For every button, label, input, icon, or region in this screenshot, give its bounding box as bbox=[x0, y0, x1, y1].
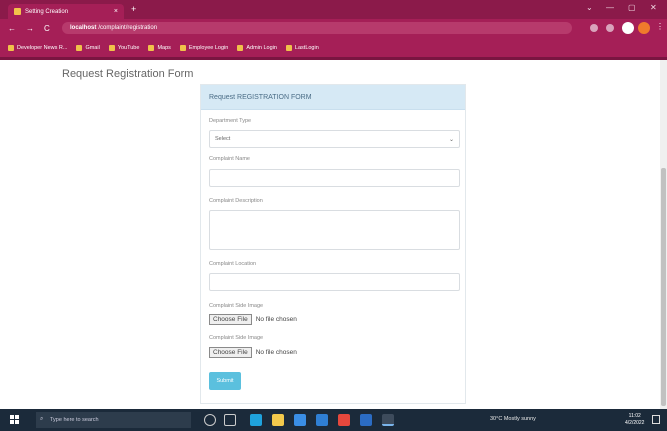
complaint-name-label: Complaint Name bbox=[209, 156, 250, 162]
start-button[interactable] bbox=[10, 415, 20, 425]
new-tab-button[interactable]: + bbox=[131, 4, 136, 14]
bookmark-item[interactable]: Developer News R... bbox=[8, 45, 67, 51]
task-view-icon[interactable] bbox=[224, 414, 236, 426]
maximize-icon[interactable]: ▢ bbox=[628, 3, 636, 12]
image-2-file-input: Choose File No file chosen bbox=[209, 347, 297, 358]
page-title: Request Registration Form bbox=[62, 68, 194, 80]
profile-avatar[interactable] bbox=[638, 22, 650, 34]
form-title: Request REGISTRATION FORM bbox=[209, 93, 312, 101]
url-host: localhost bbox=[70, 25, 97, 31]
star-icon[interactable] bbox=[606, 24, 614, 32]
browser-tab[interactable]: Setting Creation × bbox=[8, 4, 124, 19]
share-icon[interactable] bbox=[590, 24, 598, 32]
complaint-name-input[interactable] bbox=[209, 169, 460, 187]
bookmark-item[interactable]: LastLogin bbox=[285, 45, 319, 51]
bookmark-item[interactable]: Employee Login bbox=[179, 45, 228, 51]
chevron-down-icon: ⌄ bbox=[448, 136, 454, 143]
weather-tray[interactable]: 30°C Mostly sunny bbox=[490, 416, 536, 422]
page-viewport: Request Registration Form Request REGIST… bbox=[0, 60, 660, 409]
maps-icon bbox=[148, 45, 155, 51]
cortana-icon[interactable] bbox=[204, 414, 216, 426]
search-icon: ⌕ bbox=[40, 416, 44, 422]
tab-title: Setting Creation bbox=[25, 8, 69, 15]
complaint-location-label: Complaint Location bbox=[209, 261, 257, 267]
image-2-label: Complaint Side Image bbox=[209, 335, 264, 341]
minimize-icon[interactable]: — bbox=[606, 3, 614, 12]
back-icon[interactable]: ← bbox=[8, 24, 16, 33]
department-type-select[interactable]: Select ⌄ bbox=[209, 130, 460, 148]
bookmarks-bar: Developer News R... Gmail YouTube Maps E… bbox=[0, 37, 667, 59]
reload-icon[interactable]: C bbox=[44, 24, 50, 33]
folder-icon bbox=[179, 45, 186, 51]
browser-tab-bar: Setting Creation × + ⌄ — ▢ ✕ bbox=[0, 0, 667, 19]
windows-taskbar: ⌕ Type here to search 30°C Mostly sunny … bbox=[0, 409, 667, 431]
gmail-icon bbox=[76, 45, 83, 51]
forward-icon[interactable]: → bbox=[26, 24, 34, 33]
taskbar-search[interactable]: ⌕ Type here to search bbox=[36, 412, 191, 428]
chrome-icon[interactable] bbox=[382, 414, 394, 426]
bookmark-item[interactable]: Gmail bbox=[76, 45, 100, 51]
image-1-label: Complaint Side Image bbox=[209, 303, 264, 309]
browser-toolbar: ← → C localhost /complaint/registration … bbox=[0, 19, 667, 37]
scrollbar-thumb[interactable] bbox=[661, 168, 666, 406]
choose-file-button[interactable]: Choose File bbox=[209, 314, 252, 325]
bookmark-icon bbox=[8, 45, 14, 51]
extension-icon[interactable] bbox=[622, 22, 634, 34]
tab-close-icon[interactable]: × bbox=[114, 8, 118, 15]
bookmark-item[interactable]: Maps bbox=[148, 45, 171, 51]
tab-search-icon[interactable]: ⌄ bbox=[586, 3, 593, 12]
mail-icon[interactable] bbox=[316, 414, 328, 426]
bookmark-item[interactable]: Admin Login bbox=[237, 45, 277, 51]
youtube-icon bbox=[108, 45, 115, 51]
vscode-icon[interactable] bbox=[360, 414, 372, 426]
folder-icon bbox=[285, 45, 292, 51]
url-path: /complaint/registration bbox=[98, 25, 158, 31]
image-1-file-input: Choose File No file chosen bbox=[209, 314, 297, 325]
bookmark-item[interactable]: YouTube bbox=[108, 45, 139, 51]
complaint-location-input[interactable] bbox=[209, 273, 460, 291]
department-type-label: Department Type bbox=[209, 118, 252, 124]
clock[interactable]: 11:02 4/2/2022 bbox=[625, 413, 644, 427]
file-status: No file chosen bbox=[255, 316, 297, 323]
tab-favicon-icon bbox=[14, 8, 21, 15]
close-window-icon[interactable]: ✕ bbox=[650, 3, 657, 12]
department-type-value: Select bbox=[215, 136, 231, 142]
address-bar[interactable]: localhost /complaint/registration bbox=[62, 22, 572, 34]
form-header: Request REGISTRATION FORM bbox=[201, 85, 465, 110]
store-icon[interactable] bbox=[294, 414, 306, 426]
submit-button[interactable]: Submit bbox=[209, 372, 241, 390]
app-icon[interactable] bbox=[338, 414, 350, 426]
file-status: No file chosen bbox=[255, 349, 297, 356]
search-placeholder: Type here to search bbox=[50, 417, 99, 423]
choose-file-button[interactable]: Choose File bbox=[209, 347, 252, 358]
file-explorer-icon[interactable] bbox=[272, 414, 284, 426]
edge-icon[interactable] bbox=[250, 414, 262, 426]
complaint-description-textarea[interactable] bbox=[209, 210, 460, 250]
menu-icon[interactable]: ⋮ bbox=[656, 22, 664, 31]
notification-icon[interactable] bbox=[652, 415, 660, 424]
folder-icon bbox=[237, 45, 244, 51]
complaint-description-label: Complaint Description bbox=[209, 198, 263, 204]
registration-form-card: Request REGISTRATION FORM Department Typ… bbox=[200, 84, 466, 404]
